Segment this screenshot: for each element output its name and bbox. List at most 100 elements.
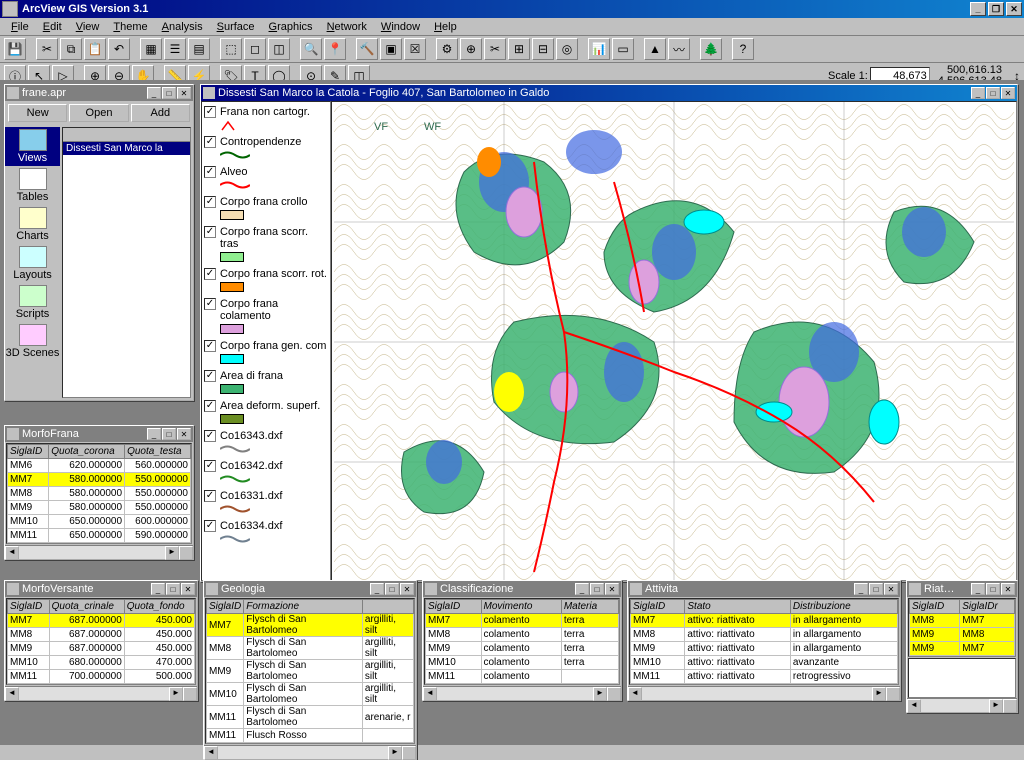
tb-buffer-icon[interactable]: ◎	[556, 38, 578, 60]
restore-button[interactable]: ❐	[988, 2, 1004, 16]
table-row[interactable]: MM11Flusch Rosso	[207, 729, 414, 743]
tb-theme-icon[interactable]: ▦	[140, 38, 162, 60]
column-header[interactable]: SiglaID	[207, 600, 244, 614]
tb-zoom-full-icon[interactable]: ⬚	[220, 38, 242, 60]
table-row[interactable]: MM11colamento	[426, 670, 619, 684]
legend-checkbox[interactable]: ✓	[204, 166, 216, 178]
tb-props-icon[interactable]: ☰	[164, 38, 186, 60]
column-header[interactable]: SiglaID	[426, 600, 482, 614]
tb-dissolve-icon[interactable]: ⊟	[532, 38, 554, 60]
open-button[interactable]: Open	[69, 104, 128, 122]
column-header[interactable]: Movimento	[481, 600, 561, 614]
table-row[interactable]: MM8Flysch di San Bartolomeoargilliti, si…	[207, 637, 414, 660]
tb-copy-icon[interactable]: ⧉	[60, 38, 82, 60]
table-row[interactable]: MM9MM8	[910, 628, 1015, 642]
tb-network-icon[interactable]: 🌲	[700, 38, 722, 60]
column-header[interactable]: Formazione	[244, 600, 363, 614]
table-row[interactable]: MM8MM7	[910, 614, 1015, 628]
column-header[interactable]: Quota_fondo	[124, 600, 194, 614]
minimize-button[interactable]: _	[970, 2, 986, 16]
menu-analysis[interactable]: Analysis	[155, 20, 210, 34]
menu-graphics[interactable]: Graphics	[262, 20, 320, 34]
data-table[interactable]: SiglaIDStatoDistribuzioneMM7attivo: riat…	[630, 599, 898, 684]
tb-save-icon[interactable]: 💾	[4, 38, 26, 60]
morfofrana-titlebar[interactable]: MorfoFrana _□✕	[5, 426, 193, 442]
data-table[interactable]: SiglaIDQuota_crinaleQuota_fondoMM7687.00…	[7, 599, 195, 684]
legend-checkbox[interactable]: ✓	[204, 268, 216, 280]
sidebar-item-3dscenes[interactable]: 3D Scenes	[5, 322, 60, 361]
legend-checkbox[interactable]: ✓	[204, 136, 216, 148]
table-row[interactable]: MM8687.000000450.000	[8, 628, 195, 642]
table-row[interactable]: MM7Flysch di San Bartolomeoargilliti, si…	[207, 614, 414, 637]
legend-item[interactable]: ✓Co16334.dxf	[204, 520, 328, 544]
sidebar-item-layouts[interactable]: Layouts	[5, 244, 60, 283]
tb-surface-icon[interactable]: 〰	[668, 38, 690, 60]
scroll-right-icon[interactable]: ►	[165, 546, 179, 560]
table-row[interactable]: MM9attivo: riattivatoin allargamento	[631, 642, 898, 656]
table-row[interactable]: MM9colamentoterra	[426, 642, 619, 656]
table-row[interactable]: MM11700.000000500.000	[8, 670, 195, 684]
legend-item[interactable]: ✓Corpo frana crollo	[204, 196, 328, 220]
proj-max-button[interactable]: □	[162, 87, 176, 99]
legend-item[interactable]: ✓Alveo	[204, 166, 328, 190]
sidebar-item-tables[interactable]: Tables	[5, 166, 60, 205]
legend-item[interactable]: ✓Area deform. superf.	[204, 400, 328, 424]
tb-merge-icon[interactable]: ⊞	[508, 38, 530, 60]
data-table[interactable]: SiglaIDFormazioneMM7Flysch di San Bartol…	[206, 599, 414, 743]
legend-item[interactable]: ✓Co16331.dxf	[204, 490, 328, 514]
tb-legend-icon[interactable]: ▤	[188, 38, 210, 60]
menu-view[interactable]: View	[69, 20, 107, 34]
menu-file[interactable]: File	[4, 20, 36, 34]
table-row[interactable]: MM6620.000000560.000000	[8, 459, 191, 473]
legend-item[interactable]: ✓Corpo frana scorr. rot.	[204, 268, 328, 292]
menu-surface[interactable]: Surface	[210, 20, 262, 34]
tb-locate-icon[interactable]: 📍	[324, 38, 346, 60]
legend-checkbox[interactable]: ✓	[204, 226, 216, 238]
table-row[interactable]: MM11Flysch di San Bartolomeoarenarie, r	[207, 706, 414, 729]
tb-query-icon[interactable]: 🔨	[356, 38, 378, 60]
column-header[interactable]: Quota_crinale	[49, 600, 124, 614]
map-legend[interactable]: ✓Frana non cartogr.✓Contropendenze✓Alveo…	[201, 101, 331, 581]
legend-checkbox[interactable]: ✓	[204, 400, 216, 412]
legend-checkbox[interactable]: ✓	[204, 106, 216, 118]
table-row[interactable]: MM10attivo: riattivatoavanzante	[631, 656, 898, 670]
table-row[interactable]: MM11attivo: riattivatoretrogressivo	[631, 670, 898, 684]
table-row[interactable]: MM7580.000000550.000000	[8, 473, 191, 487]
table-row[interactable]: MM8colamentoterra	[426, 628, 619, 642]
menu-theme[interactable]: Theme	[106, 20, 154, 34]
column-header[interactable]: Materia	[561, 600, 618, 614]
data-table[interactable]: SiglaIDQuota_coronaQuota_testaMM6620.000…	[7, 444, 191, 543]
column-header[interactable]: SiglaID	[8, 600, 50, 614]
legend-checkbox[interactable]: ✓	[204, 340, 216, 352]
table-row[interactable]: MM7colamentoterra	[426, 614, 619, 628]
proj-min-button[interactable]: _	[147, 87, 161, 99]
tb-geoprocess-icon[interactable]: ⚙	[436, 38, 458, 60]
tb-cut-icon[interactable]: ✂	[36, 38, 58, 60]
column-header[interactable]: Stato	[685, 600, 790, 614]
tb-undo-icon[interactable]: ↶	[108, 38, 130, 60]
project-titlebar[interactable]: frane.apr _ □ ✕	[5, 85, 193, 101]
table-row[interactable]: MM10650.000000600.000000	[8, 515, 191, 529]
legend-item[interactable]: ✓Contropendenze	[204, 136, 328, 160]
data-table[interactable]: SiglaIDMovimentoMateriaMM7colamentoterra…	[425, 599, 619, 684]
tb-find-icon[interactable]: 🔍	[300, 38, 322, 60]
tb-zoom-active-icon[interactable]: ◻	[244, 38, 266, 60]
legend-checkbox[interactable]: ✓	[204, 298, 216, 310]
tb-clip-icon[interactable]: ✂	[484, 38, 506, 60]
table-row[interactable]: MM8580.000000550.000000	[8, 487, 191, 501]
map-titlebar[interactable]: Dissesti San Marco la Catola - Foglio 40…	[201, 85, 1017, 101]
tb-3d-icon[interactable]: ▲	[644, 38, 666, 60]
column-header[interactable]: SiglaIDr	[960, 600, 1015, 614]
tb-zoom-sel-icon[interactable]: ◫	[268, 38, 290, 60]
menu-edit[interactable]: Edit	[36, 20, 69, 34]
column-header[interactable]: SiglaID	[631, 600, 685, 614]
table-row[interactable]: MM7687.000000450.000	[8, 614, 195, 628]
legend-checkbox[interactable]: ✓	[204, 490, 216, 502]
menu-help[interactable]: Help	[427, 20, 464, 34]
column-header[interactable]: Quota_corona	[49, 445, 125, 459]
table-row[interactable]: MM9MM7	[910, 642, 1015, 656]
tb-union-icon[interactable]: ⊕	[460, 38, 482, 60]
legend-checkbox[interactable]: ✓	[204, 520, 216, 532]
menu-window[interactable]: Window	[374, 20, 427, 34]
menu-network[interactable]: Network	[320, 20, 374, 34]
